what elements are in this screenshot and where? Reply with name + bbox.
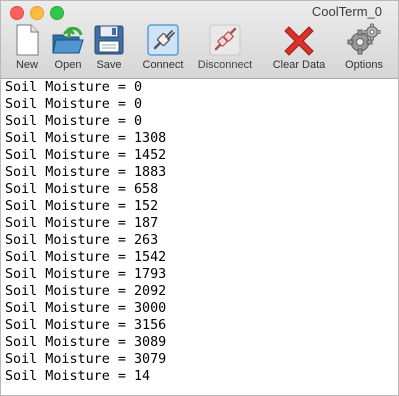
terminal-line: Soil Moisture = 152 xyxy=(5,199,159,214)
connect-button[interactable]: Connect xyxy=(139,23,187,77)
floppy-disk-icon xyxy=(94,25,124,55)
terminal-line: Soil Moisture = 3089 xyxy=(5,335,167,350)
clear-data-button[interactable]: Clear Data xyxy=(269,23,329,77)
terminal-line: Soil Moisture = 0 xyxy=(5,114,143,129)
disconnect-button[interactable]: Disconnect xyxy=(194,23,256,77)
new-button[interactable]: New xyxy=(9,23,45,77)
toolbar: New Open Save Connect Disconnect Clear D… xyxy=(1,23,398,77)
coolterm-window: CoolTerm_0 New Open Save Connect Disconn… xyxy=(0,0,399,396)
terminal-line: Soil Moisture = 2092 xyxy=(5,284,167,299)
terminal-line: Soil Moisture = 1542 xyxy=(5,250,167,265)
clear-data-label: Clear Data xyxy=(272,59,326,71)
zoom-window-button[interactable] xyxy=(50,6,64,20)
terminal-line: Soil Moisture = 14 xyxy=(5,369,151,384)
open-button[interactable]: Open xyxy=(50,23,86,77)
terminal-line: Soil Moisture = 1883 xyxy=(5,165,167,180)
folder-open-icon xyxy=(52,26,84,54)
document-icon xyxy=(16,24,39,56)
terminal-line: Soil Moisture = 0 xyxy=(5,97,143,112)
terminal-line: Soil Moisture = 3000 xyxy=(5,301,167,316)
plug-disconnected-icon xyxy=(209,24,241,56)
title-bar: CoolTerm_0 New Open Save Connect Disconn… xyxy=(1,1,398,79)
terminal-line: Soil Moisture = 1793 xyxy=(5,267,167,282)
disconnect-label: Disconnect xyxy=(197,59,253,71)
terminal-line: Soil Moisture = 1308 xyxy=(5,131,167,146)
terminal-line: Soil Moisture = 658 xyxy=(5,182,159,197)
plug-connected-icon xyxy=(147,24,179,56)
close-window-button[interactable] xyxy=(10,6,24,20)
new-label: New xyxy=(15,59,38,71)
terminal-line: Soil Moisture = 1452 xyxy=(5,148,167,163)
terminal-line: Soil Moisture = 263 xyxy=(5,233,159,248)
window-title: CoolTerm_0 xyxy=(311,4,382,19)
red-x-icon xyxy=(284,26,314,56)
save-label: Save xyxy=(96,59,122,71)
terminal-line: Soil Moisture = 3156 xyxy=(5,318,167,333)
options-label: Options xyxy=(345,59,383,71)
gears-icon xyxy=(347,23,381,55)
save-button[interactable]: Save xyxy=(91,23,127,77)
terminal-line: Soil Moisture = 3079 xyxy=(5,352,167,367)
terminal-output[interactable]: Soil Moisture = 0 Soil Moisture = 0 Soil M… xyxy=(1,79,398,395)
options-button[interactable]: Options xyxy=(341,23,387,77)
minimize-window-button[interactable] xyxy=(30,6,44,20)
terminal-line: Soil Moisture = 0 xyxy=(5,80,143,95)
connect-label: Connect xyxy=(142,59,184,71)
open-label: Open xyxy=(54,59,82,71)
terminal-line: Soil Moisture = 187 xyxy=(5,216,159,231)
